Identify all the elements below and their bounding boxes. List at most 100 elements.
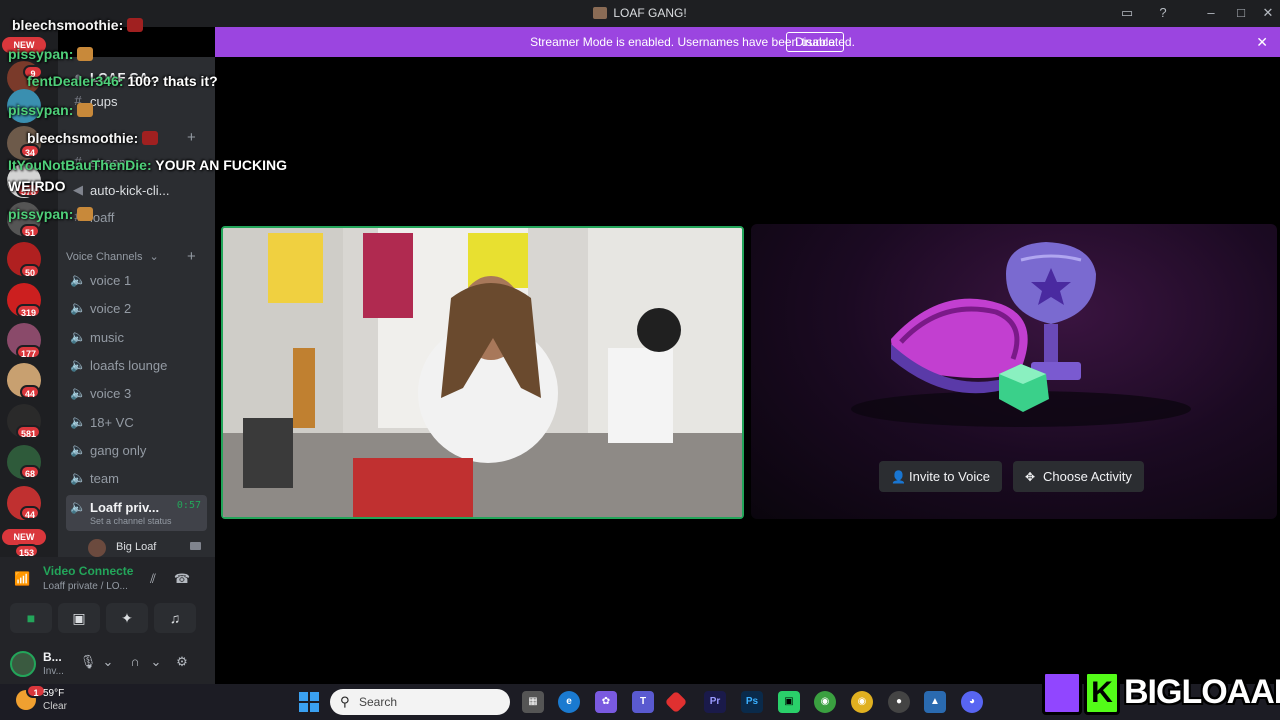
user-avatar[interactable] xyxy=(10,651,36,677)
chat-line: pissypan: xyxy=(8,206,94,222)
taskbar-search[interactable]: ⚲ Search xyxy=(330,689,510,715)
chrome-icon[interactable]: ◉ xyxy=(851,691,873,713)
teams-icon[interactable]: T xyxy=(632,691,654,713)
discord-icon[interactable]: ◕ xyxy=(961,691,983,713)
voice-connection-panel: 📶 Video Connecte Loaff private / LO... ⫽… xyxy=(0,557,215,642)
channel-label: cups xyxy=(90,94,118,109)
invite-to-voice-button[interactable]: 👤 Invite to Voice xyxy=(879,461,1002,492)
activity-button[interactable]: ✦ xyxy=(106,603,148,633)
voice-section-label: Voice Channels xyxy=(66,251,143,263)
emote-icon xyxy=(142,131,159,145)
emote-icon xyxy=(127,18,144,32)
add-channel-icon[interactable]: + xyxy=(187,129,196,146)
windows-start-icon[interactable] xyxy=(298,691,320,713)
choose-activity-button[interactable]: ✥ Choose Activity xyxy=(1013,461,1144,492)
inbox-icon[interactable]: ▭ xyxy=(1117,4,1137,22)
voice-channel-18plus[interactable]: 🔈 18+ VC xyxy=(66,410,207,436)
chevron-down-icon[interactable]: ⌄ xyxy=(147,654,165,672)
voice-channel-label: music xyxy=(90,330,124,345)
invite-to-voice-label: Invite to Voice xyxy=(909,469,990,484)
chevron-down-icon[interactable]: ⌄ xyxy=(99,654,117,672)
chat-message: WEIRDO xyxy=(8,178,66,194)
voice-user-name: Big Loaf xyxy=(116,541,157,553)
webcam-feed xyxy=(223,228,742,517)
chat-line: bleechsmoothie: xyxy=(27,130,159,146)
premiere-icon[interactable]: Pr xyxy=(704,691,726,713)
new-pill[interactable]: NEW xyxy=(2,529,46,545)
photos-icon[interactable]: ▲ xyxy=(924,691,946,713)
camera-button[interactable]: ■ xyxy=(10,603,52,633)
chat-message: 100? thats it? xyxy=(127,73,218,89)
signal-icon[interactable]: 📶 xyxy=(14,571,30,587)
task-view-icon[interactable]: ▦ xyxy=(522,691,544,713)
mention-badge: 51 xyxy=(20,224,41,238)
streamer-mode-message: Streamer Mode is enabled. Usernames have… xyxy=(530,35,855,49)
soundboard-button[interactable]: ♫ xyxy=(154,603,196,633)
streamer-mode-banner: Streamer Mode is enabled. Usernames have… xyxy=(215,27,1280,57)
voice-channel-label: voice 1 xyxy=(90,273,132,288)
speaker-icon: 🔈 xyxy=(70,272,87,287)
screen-share-button[interactable]: ▣ xyxy=(58,603,100,633)
voice-channel-music[interactable]: 🔈 music xyxy=(66,325,207,351)
twitch-logo-icon xyxy=(1042,671,1082,715)
maximize-icon[interactable]: □ xyxy=(1231,4,1251,22)
speaker-icon: 🔈 xyxy=(70,357,87,372)
green-app-icon[interactable]: ▣ xyxy=(778,691,800,713)
search-icon: ⚲ xyxy=(340,694,350,709)
chat-username: bleechsmoothie: xyxy=(12,17,124,33)
chat-line: ItYouNotBauThenDie: YOUR AN FUCKING xyxy=(8,157,287,173)
chat-message: YOUR AN FUCKING xyxy=(155,157,287,173)
chat-username: pissypan: xyxy=(8,206,74,222)
close-banner-icon[interactable]: ✕ xyxy=(1256,34,1268,51)
settings-gear-icon[interactable]: ⚙ xyxy=(173,654,191,672)
voice-channel-1[interactable]: 🔈 voice 1 xyxy=(66,268,207,294)
speaker-icon: 🔈 xyxy=(70,329,87,344)
voice-channel-team[interactable]: 🔈 team xyxy=(66,466,207,492)
chat-username: ItYouNotBauThenDie: xyxy=(8,157,152,173)
photoshop-icon[interactable]: Ps xyxy=(741,691,763,713)
voice-status-title[interactable]: Video Connecte xyxy=(43,564,133,578)
voice-channel-3[interactable]: 🔈 voice 3 xyxy=(66,381,207,407)
streamer-name: BIGLOAAF xyxy=(1124,673,1280,711)
disconnect-icon[interactable]: ☎ xyxy=(173,571,191,589)
chrome-alt-icon[interactable]: ◉ xyxy=(814,691,836,713)
red-app-icon[interactable] xyxy=(664,690,688,714)
copilot-icon[interactable]: ✿ xyxy=(595,691,617,713)
voice-channel-label: voice 2 xyxy=(90,301,132,316)
user-panel: B... Inv... 🎙 ⌄ ∩ ⌄ ⚙ xyxy=(0,642,215,684)
call-timer: 0:57 xyxy=(176,500,201,511)
speaker-icon: 🔈 xyxy=(70,470,87,485)
voice-channel-lounge[interactable]: 🔈 loaafs lounge xyxy=(66,353,207,379)
edge-icon[interactable]: e xyxy=(558,691,580,713)
help-icon[interactable]: ? xyxy=(1153,4,1173,22)
noise-suppression-icon[interactable]: ⫽ xyxy=(144,571,162,589)
speaker-icon: 🔈 xyxy=(70,300,87,315)
voice-channel-gang-only[interactable]: 🔈 gang only xyxy=(66,438,207,464)
close-window-icon[interactable]: ✕ xyxy=(1258,4,1278,22)
set-channel-status[interactable]: Set a channel status xyxy=(90,516,172,526)
temperature[interactable]: 59°F xyxy=(43,688,64,699)
obs-icon[interactable]: ● xyxy=(888,691,910,713)
voice-status-subtitle[interactable]: Loaff private / LO... xyxy=(43,581,128,592)
video-tile[interactable] xyxy=(221,226,744,519)
chat-username: bleechsmoothie: xyxy=(27,130,139,146)
voice-channel-2[interactable]: 🔈 voice 2 xyxy=(66,296,207,322)
disable-streamer-mode-button[interactable]: Disable xyxy=(786,32,845,52)
voice-section-header[interactable]: Voice Channels ⌄ + xyxy=(66,248,207,265)
user-status: Inv... xyxy=(43,666,64,677)
voice-user[interactable]: Big Loaf xyxy=(88,537,207,557)
emote-icon xyxy=(77,47,94,61)
mic-icon[interactable]: 🎙 xyxy=(79,654,97,672)
headphones-icon[interactable]: ∩ xyxy=(126,654,144,672)
emote-icon xyxy=(77,103,94,117)
voice-channel-label: loaafs lounge xyxy=(90,358,168,373)
weather-condition[interactable]: Clear xyxy=(43,701,67,712)
window-title-text: LOAF GANG! xyxy=(613,6,687,20)
apps-icon: ✥ xyxy=(1025,470,1036,484)
minimize-icon[interactable]: – xyxy=(1201,4,1221,22)
add-voice-channel-icon[interactable]: + xyxy=(187,248,196,265)
voice-channel-active[interactable]: 🔈 Loaff priv... 0:57 Set a channel statu… xyxy=(66,495,207,531)
channel-label: loaff xyxy=(90,210,115,225)
user-name[interactable]: B... xyxy=(43,650,62,664)
channel-auto-kick[interactable]: ◀ auto-kick-cli... xyxy=(66,178,207,204)
